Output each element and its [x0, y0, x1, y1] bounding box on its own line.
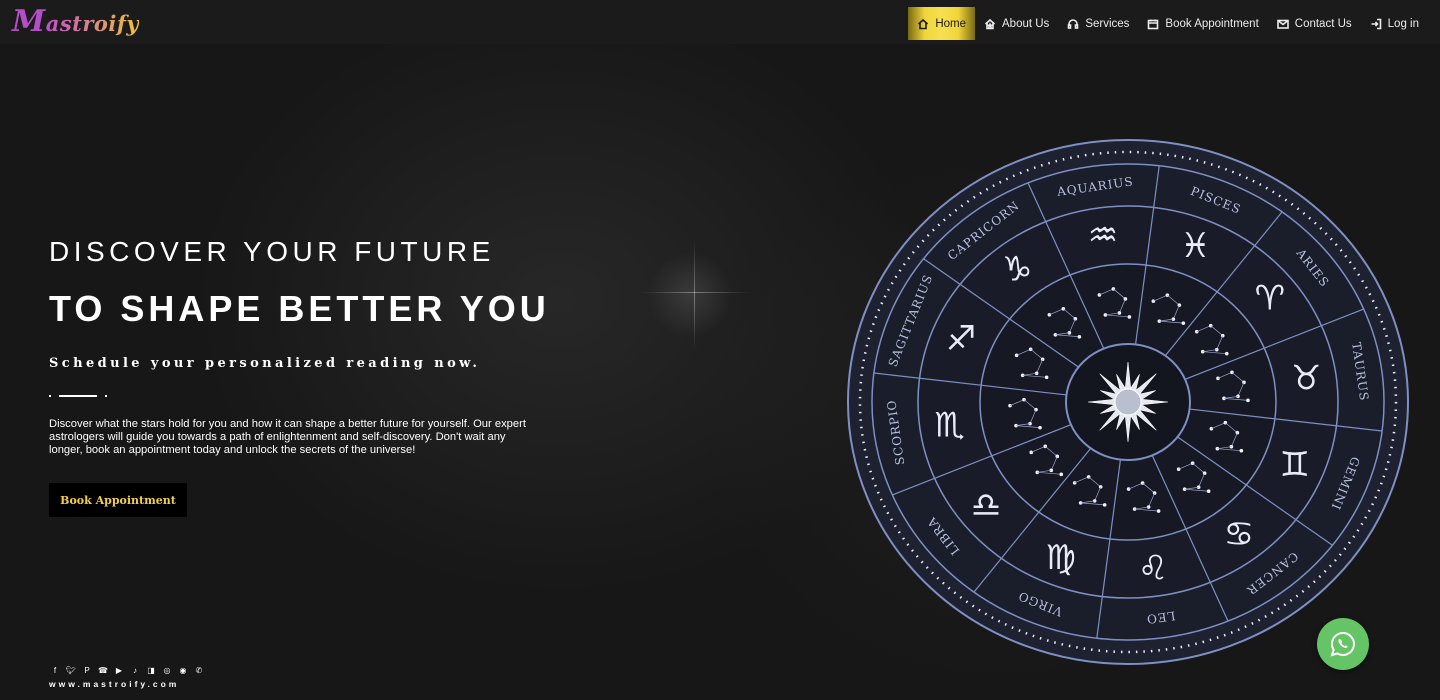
whatsapp-chat-button[interactable] — [1317, 618, 1369, 670]
brand-logo[interactable]: Mastroify — [12, 4, 140, 39]
constellation-star — [1246, 398, 1250, 403]
constellation-star — [1181, 321, 1186, 325]
star-flare-vertical — [694, 240, 695, 350]
nav-about-us[interactable]: About Us — [975, 7, 1058, 40]
constellation-star — [1014, 353, 1019, 358]
login-icon — [1371, 18, 1381, 29]
constellation-star — [1029, 450, 1034, 455]
hero-heading-line1: DISCOVER YOUR FUTURE — [49, 236, 495, 267]
whatsapp-icon — [1330, 631, 1355, 657]
pinterest-icon[interactable]: P — [82, 665, 92, 675]
constellation-star — [1040, 357, 1045, 362]
nav-book-appointment[interactable]: Book Appointment — [1138, 7, 1267, 40]
hero-description: Discover what the stars hold for you and… — [49, 418, 526, 457]
instagram-icon[interactable]: ◎ — [162, 665, 172, 675]
constellation-star — [1177, 303, 1182, 307]
logo-text: astroify — [45, 11, 140, 36]
zodiac-glyph-icon: ♊ — [1280, 445, 1310, 485]
nav-book-label: Book Appointment — [1165, 17, 1259, 30]
headset-icon — [1068, 18, 1079, 29]
zodiac-glyph-icon: ♐ — [946, 319, 976, 359]
zodiac-glyph-icon: ♑ — [1002, 250, 1032, 290]
facebook-icon[interactable]: f — [50, 665, 60, 675]
constellation-star — [1156, 509, 1161, 513]
envelope-icon — [1276, 19, 1289, 29]
zodiac-glyph-icon: ♓ — [1180, 226, 1210, 266]
nav-login-label: Log in — [1387, 17, 1419, 30]
calendar-icon — [1148, 19, 1159, 29]
hero-divider — [49, 394, 109, 398]
youtube-icon[interactable]: ▶ — [114, 665, 124, 675]
constellation-star — [1224, 351, 1229, 356]
hero-subtitle: Schedule your personalized reading now. — [49, 356, 481, 371]
whatsapp-small-icon[interactable]: ✆ — [194, 665, 204, 675]
reddit-icon[interactable]: ◉ — [178, 665, 188, 675]
phone-icon[interactable]: ☎ — [98, 665, 108, 675]
zodiac-glyph-icon: ♉ — [1291, 359, 1321, 399]
constellation-star — [1038, 425, 1042, 430]
zodiac-glyph-icon: ♈ — [1255, 279, 1285, 319]
constellation-star — [1059, 472, 1064, 477]
constellation-star — [1152, 491, 1157, 495]
nav-login[interactable]: Log in — [1361, 7, 1428, 40]
star-flare-horizontal — [640, 292, 750, 293]
nav-contact-us[interactable]: Contact Us — [1268, 7, 1361, 40]
patreon-icon[interactable]: ◨ — [146, 665, 156, 675]
constellation-star — [1202, 471, 1207, 476]
zodiac-glyph-icon: ♋ — [1224, 514, 1254, 554]
zodiac-glyph-icon: ♍ — [1045, 538, 1075, 578]
constellation-star — [1047, 312, 1052, 317]
constellation-star — [1239, 448, 1244, 453]
constellation-star — [1044, 375, 1049, 380]
nav-services[interactable]: Services — [1058, 7, 1138, 40]
constellation-star — [1209, 426, 1214, 431]
nav-home[interactable]: Home — [908, 7, 975, 40]
home-icon — [918, 18, 929, 29]
constellation-star — [1206, 489, 1211, 494]
constellation-star — [1127, 315, 1132, 319]
zodiac-glyph-icon: ♒ — [1088, 216, 1118, 256]
constellation-star — [1077, 334, 1082, 339]
tiktok-icon[interactable]: ♪ — [130, 665, 140, 675]
main-nav: Home About Us Services Book Appointment … — [908, 7, 1428, 40]
nav-services-label: Services — [1085, 17, 1130, 30]
star-house-icon — [984, 18, 996, 29]
hero-heading-line2: TO SHAPE BETTER YOU — [49, 288, 550, 329]
sun-face-icon — [1114, 388, 1142, 416]
constellation-star — [1102, 503, 1107, 507]
logo-initial: M — [12, 4, 46, 39]
zodiac-glyph-icon: ♏ — [935, 405, 965, 445]
social-links: f 🐦︎ P ☎ ▶ ♪ ◨ ◎ ◉ ✆ — [50, 665, 204, 675]
zodiac-wheel: PISCES♓ARIES♈TAURUS♉GEMINI♊CANCER♋LEO♌VI… — [847, 139, 1409, 665]
constellation-star — [1220, 333, 1225, 338]
constellation-star — [1097, 293, 1102, 297]
nav-about-label: About Us — [1002, 17, 1050, 30]
constellation-star — [1072, 481, 1077, 485]
constellation-star — [1242, 380, 1246, 385]
twitter-icon[interactable]: 🐦︎ — [66, 665, 76, 675]
zodiac-glyph-icon: ♎ — [971, 485, 1001, 525]
nav-contact-label: Contact Us — [1294, 17, 1352, 30]
book-appointment-button[interactable]: Book Appointment — [49, 483, 187, 517]
website-url[interactable]: www.mastroify.com — [49, 679, 179, 689]
nav-home-label: Home — [935, 17, 966, 30]
top-navbar: Mastroify Home About Us Services Book Ap… — [0, 0, 1440, 44]
zodiac-glyph-icon: ♌ — [1138, 548, 1168, 588]
